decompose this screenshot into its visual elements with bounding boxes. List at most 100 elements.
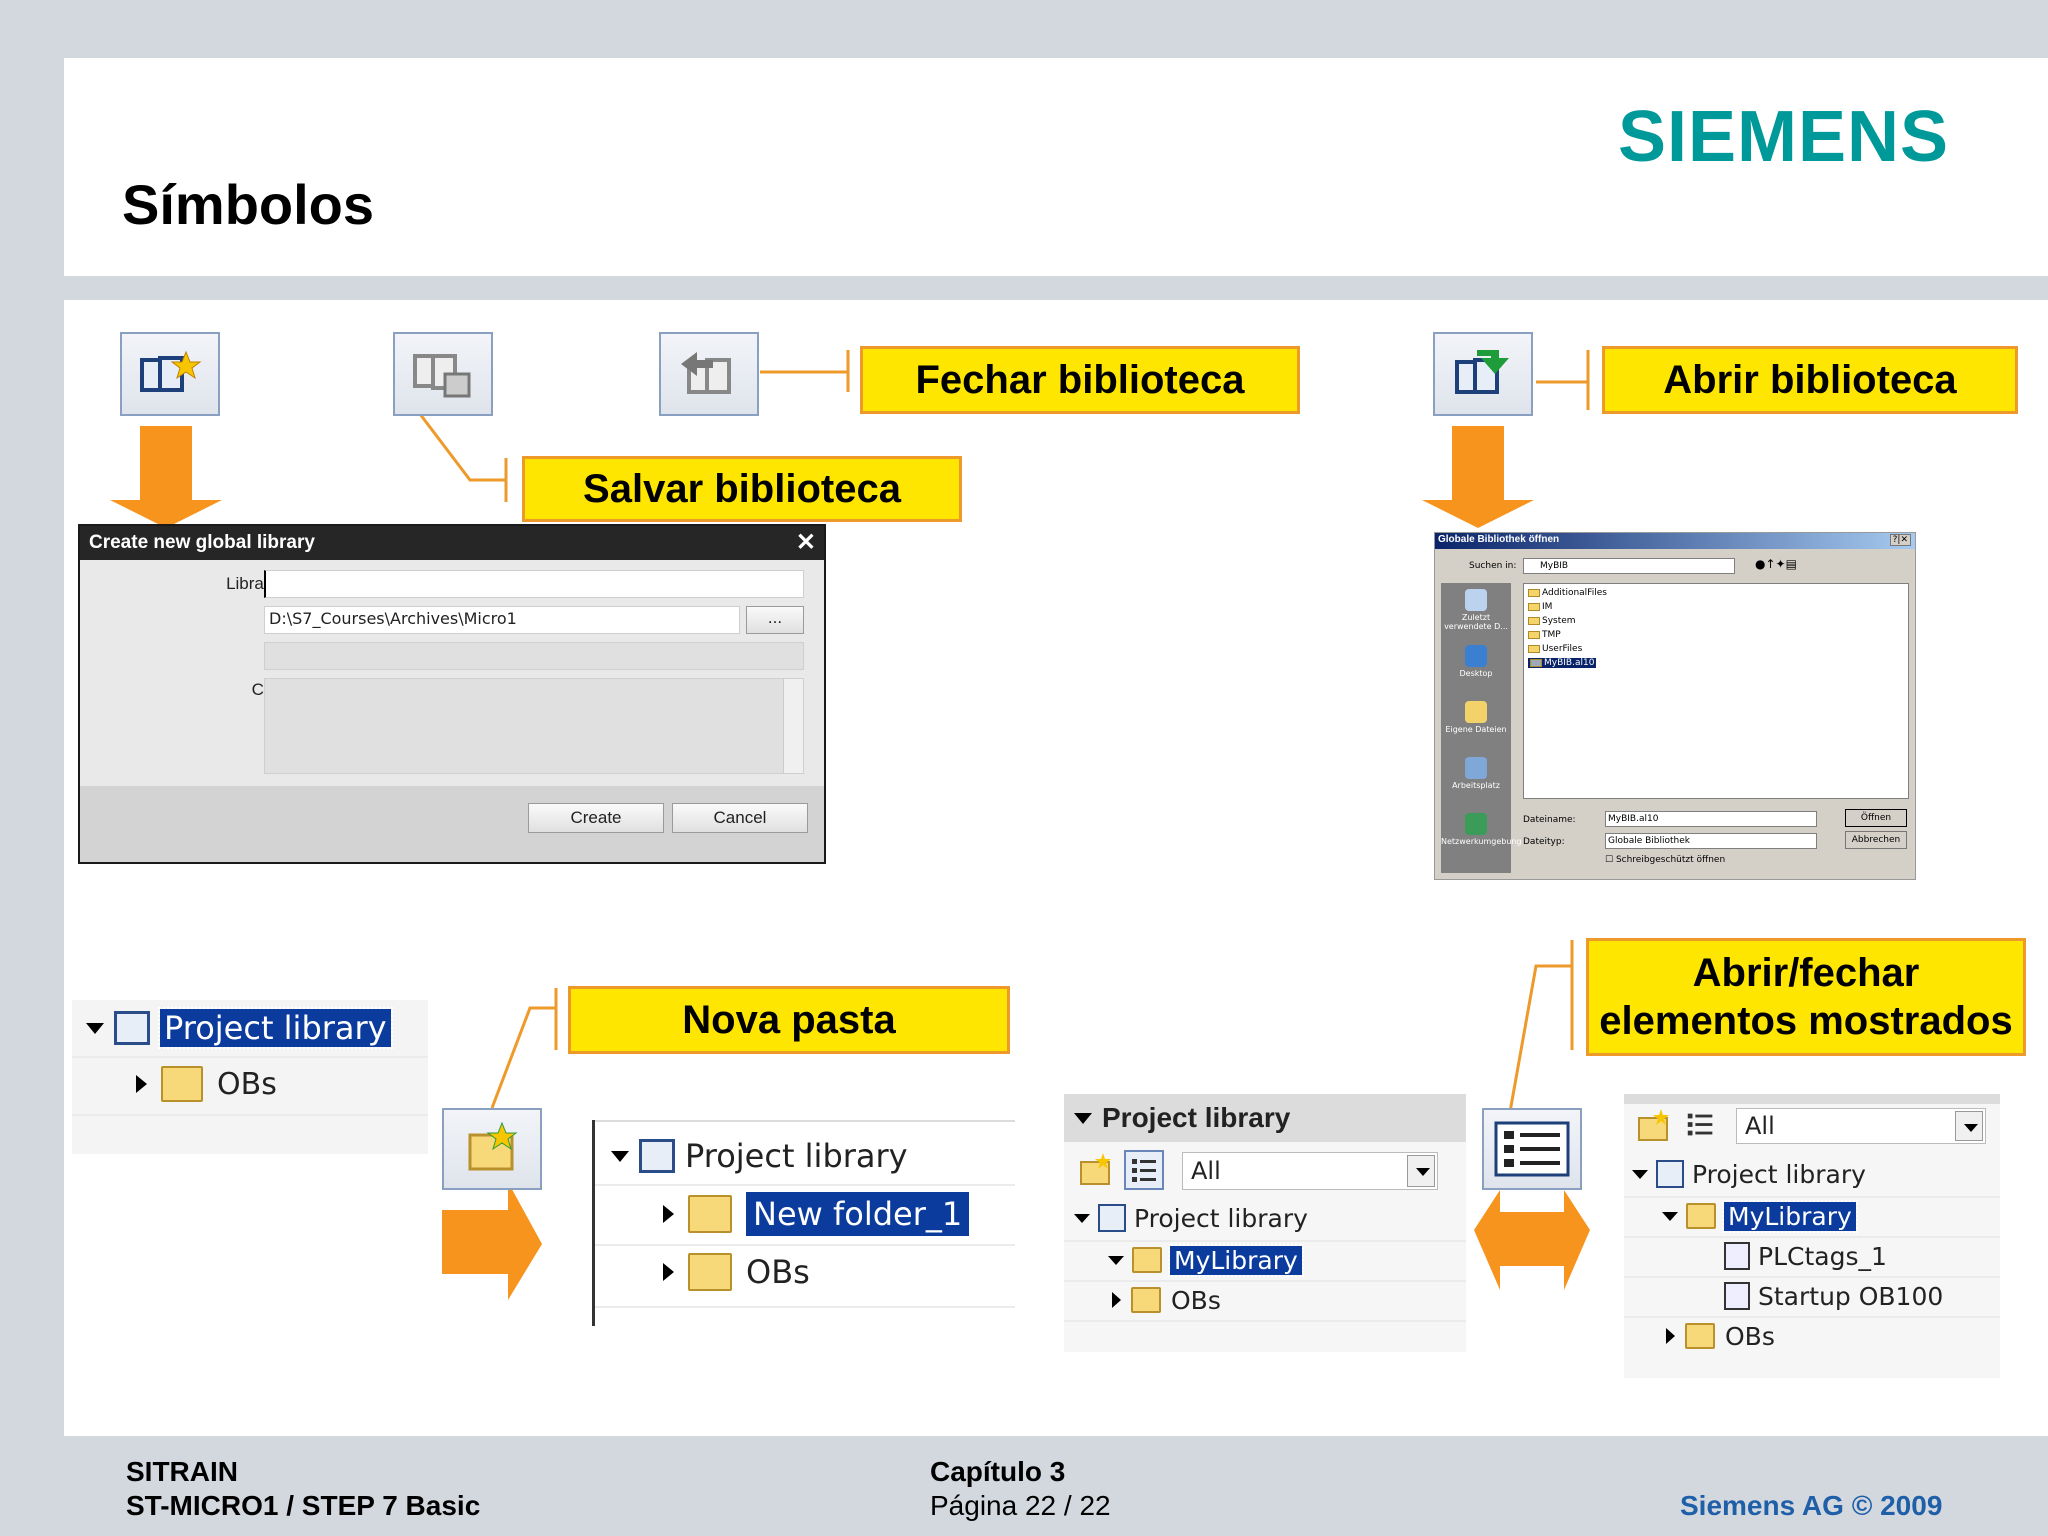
list-item[interactable]: System (1528, 616, 1576, 626)
close-library-icon[interactable] (659, 332, 759, 416)
expand-icon[interactable] (136, 1075, 147, 1093)
tree-row-project-library[interactable]: Project library (1074, 1200, 1308, 1236)
comment-scrollbar[interactable] (783, 679, 803, 773)
library-icon (1656, 1160, 1684, 1188)
tree-panel-2: Project library New folder_1 OBs (592, 1120, 1015, 1326)
callout-toggle-line2: elementos mostrados (1599, 999, 2013, 1043)
look-in-label: Suchen in: (1469, 561, 1517, 571)
tree-row-obs[interactable]: OBs (1112, 1282, 1221, 1318)
tree-row-plctags[interactable]: PLCtags_1 (1724, 1238, 1887, 1274)
tree-row-new-folder[interactable]: New folder_1 (663, 1190, 970, 1238)
library-name-input[interactable] (264, 570, 804, 598)
collapse-icon[interactable] (86, 1022, 104, 1034)
footer-page: Página 22 / 22 (930, 1490, 1111, 1521)
collapse-icon[interactable] (1632, 1169, 1648, 1179)
tree-row-obs[interactable]: OBs (136, 1062, 277, 1106)
footer-copyright: Siemens AG © 2009 (1680, 1490, 1943, 1521)
abort-button[interactable]: Abbrechen (1845, 831, 1907, 849)
tree-row-obs[interactable]: OBs (663, 1248, 810, 1296)
tree-row-startup[interactable]: Startup OB100 (1724, 1278, 1943, 1314)
tree-row-obs[interactable]: OBs (1666, 1318, 1775, 1354)
dialog-body: Library name: Path: D:\S7_Courses\Archiv… (80, 560, 824, 786)
filename-label: Dateiname: (1523, 815, 1576, 825)
close-icon[interactable]: ✕ (796, 528, 816, 557)
expand-icon[interactable] (663, 1263, 674, 1281)
tree-row-project-library[interactable]: Project library (86, 1006, 393, 1050)
filetype-label: Dateityp: (1523, 837, 1565, 847)
filter-select[interactable]: All (1182, 1152, 1438, 1190)
filetype-select[interactable]: Globale Bibliothek (1605, 833, 1817, 849)
places-bar: Zuletzt verwendete D... Desktop Eigene D… (1441, 583, 1522, 873)
chevron-down-icon[interactable] (1955, 1111, 1983, 1141)
expand-icon[interactable] (1666, 1328, 1675, 1344)
folder-icon (1528, 589, 1540, 597)
callout-toggle-line1: Abrir/fechar (1692, 951, 1920, 995)
list-item[interactable]: UserFiles (1528, 644, 1582, 654)
tree-row-mylibrary[interactable]: MyLibrary (1108, 1242, 1304, 1278)
list-item-selected[interactable]: MyBIB.al10 (1528, 658, 1597, 668)
tree-panel-3: Project library All Project library MyLi… (1064, 1094, 1466, 1352)
library-icon (114, 1011, 150, 1045)
toggle-elements-icon[interactable] (1482, 1108, 1582, 1190)
file-list: AdditionalFiles IM System TMP UserFiles … (1523, 583, 1909, 799)
collapse-icon[interactable] (1074, 1213, 1090, 1223)
collapse-icon[interactable] (1108, 1255, 1124, 1265)
collapse-icon[interactable] (611, 1150, 629, 1162)
element-icon (1724, 1282, 1750, 1310)
nav-icons[interactable]: ●↑✦▤ (1755, 557, 1797, 571)
dialog-title: Create new global library (80, 526, 824, 560)
folder-icon (1132, 1247, 1162, 1273)
toggle-elements-icon[interactable] (1124, 1150, 1164, 1190)
tree-row-mylibrary[interactable]: MyLibrary (1662, 1198, 1858, 1234)
new-folder-icon[interactable] (1078, 1152, 1114, 1188)
place-documents[interactable]: Eigene Dateien (1441, 701, 1511, 734)
folder-icon (688, 1195, 732, 1233)
collapse-icon[interactable] (1074, 1112, 1092, 1124)
title-buttons[interactable]: ?|✕ (1889, 534, 1911, 546)
create-button[interactable]: Create (528, 803, 664, 833)
library-icon (639, 1139, 675, 1173)
comment-input[interactable] (264, 678, 804, 774)
tree-row-project-library[interactable]: Project library (611, 1134, 908, 1178)
place-desktop[interactable]: Desktop (1441, 645, 1511, 678)
chevron-down-icon[interactable] (1407, 1155, 1435, 1187)
new-folder-icon[interactable] (442, 1108, 542, 1190)
expand-icon[interactable] (1112, 1292, 1121, 1308)
desktop-icon (1465, 645, 1487, 667)
list-item[interactable]: IM (1528, 602, 1552, 612)
cancel-button[interactable]: Cancel (672, 803, 808, 833)
folder-icon (1528, 603, 1540, 611)
author-input[interactable] (264, 642, 804, 670)
create-library-icon[interactable] (120, 332, 220, 416)
rename-input[interactable]: New folder_1 (746, 1192, 970, 1236)
list-item[interactable]: TMP (1528, 630, 1561, 640)
footer-chapter: Capítulo 3 (930, 1456, 1066, 1487)
path-input[interactable]: D:\S7_Courses\Archives\Micro1 (264, 606, 740, 634)
place-computer[interactable]: Arbeitsplatz (1441, 757, 1511, 790)
documents-icon (1465, 701, 1487, 723)
callout-close-library: Fechar biblioteca (860, 346, 1300, 414)
folder-icon (1686, 1203, 1716, 1229)
open-dialog-title: Globale Bibliothek öffnen (1435, 533, 1915, 549)
collapse-icon[interactable] (1662, 1211, 1678, 1221)
open-library-dialog: Globale Bibliothek öffnen ?|✕ Suchen in:… (1434, 532, 1916, 880)
computer-icon (1465, 757, 1487, 779)
open-library-icon[interactable] (1433, 332, 1533, 416)
filename-input[interactable]: MyBIB.al10 (1605, 811, 1817, 827)
list-item[interactable]: AdditionalFiles (1528, 588, 1607, 598)
tree-row-project-library[interactable]: Project library (1632, 1156, 1866, 1192)
save-library-icon[interactable] (393, 332, 493, 416)
readonly-checkbox[interactable]: ☐ Schreibgeschützt öffnen (1605, 855, 1725, 865)
toggle-elements-icon[interactable] (1684, 1108, 1718, 1142)
look-in-select[interactable]: MyBIB (1523, 558, 1735, 574)
browse-button[interactable]: ... (746, 606, 804, 634)
place-network[interactable]: Netzwerkumgebung (1441, 813, 1522, 846)
folder-icon (1685, 1323, 1715, 1349)
new-folder-icon[interactable] (1636, 1108, 1672, 1144)
library-panel-header[interactable]: Project library (1074, 1100, 1290, 1136)
place-recent[interactable]: Zuletzt verwendete D... (1441, 589, 1511, 631)
open-button[interactable]: Öffnen (1845, 809, 1907, 827)
filter-select[interactable]: All (1736, 1108, 1986, 1144)
expand-icon[interactable] (663, 1205, 674, 1223)
callout-save-library: Salvar biblioteca (522, 456, 962, 522)
